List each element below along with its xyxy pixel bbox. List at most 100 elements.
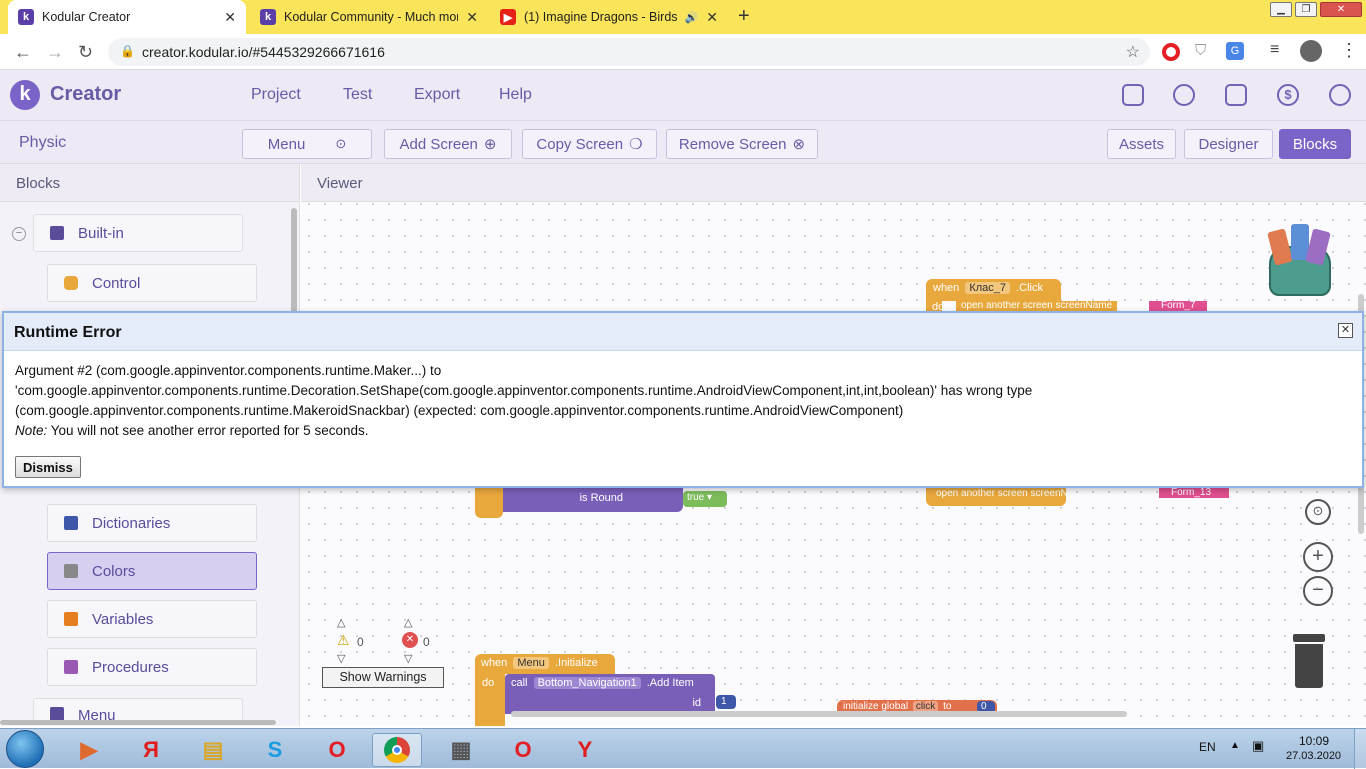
language-indicator[interactable]: EN	[1199, 740, 1216, 754]
open-screen-block[interactable]: open another screen screenName	[956, 301, 1118, 311]
yandex-icon[interactable]: Я	[126, 733, 176, 767]
category-variables[interactable]: Variables	[47, 600, 257, 638]
calculator-icon[interactable]: ▦	[436, 733, 486, 767]
address-bar[interactable]: 🔒 creator.kodular.io/#5445329266671616 ☆	[108, 38, 1150, 66]
project-name: Physic	[19, 134, 67, 151]
speaker-icon[interactable]: 🔊	[685, 11, 699, 24]
opera-icon[interactable]: O	[312, 733, 362, 767]
copy-screen-button[interactable]: Copy Screen ❍	[522, 129, 657, 159]
folder-icon[interactable]	[1122, 84, 1144, 106]
reload-icon[interactable]: ↻	[78, 42, 93, 63]
tray-arrow-icon[interactable]: ▲	[1230, 740, 1240, 751]
show-warnings-button[interactable]: Show Warnings	[322, 667, 444, 688]
category-procedures[interactable]: Procedures	[47, 648, 257, 686]
category-dictionaries[interactable]: Dictionaries	[47, 504, 257, 542]
forward-icon[interactable]: →	[46, 42, 64, 63]
backpack-icon[interactable]	[1263, 222, 1333, 300]
copy-icon: ❍	[629, 136, 643, 153]
add-screen-label: Add Screen	[399, 135, 478, 153]
event-block-initialize[interactable]: when Menu .Initialize	[475, 654, 615, 674]
error-up-arrow-icon[interactable]: △	[404, 616, 412, 629]
more-menu-icon[interactable]: ⋮	[1340, 40, 1358, 61]
start-button-icon[interactable]	[6, 730, 44, 768]
media-player-icon[interactable]: ▶	[64, 733, 114, 767]
dollar-icon[interactable]: $	[1277, 84, 1299, 106]
open-screen-block-2[interactable]: open another screen screenName	[926, 488, 1066, 506]
opera-extension-icon[interactable]	[1162, 43, 1180, 61]
viewer-horizontal-scrollbar[interactable]	[511, 711, 1127, 717]
palette-icon[interactable]	[1173, 84, 1195, 106]
builtin-group[interactable]: Built-in	[33, 214, 243, 252]
network-icon[interactable]: ▣	[1252, 738, 1264, 754]
designer-button[interactable]: Designer	[1184, 129, 1273, 159]
block-call-label: call	[511, 677, 528, 689]
component-dropdown[interactable]: Bottom_Navigation1	[533, 677, 641, 689]
vertical-scrollbar[interactable]	[291, 208, 297, 318]
close-tab-icon[interactable]: ✕	[224, 9, 236, 26]
text-block[interactable]: Form_7	[1149, 301, 1208, 311]
opera-icon-2[interactable]: O	[498, 733, 548, 767]
menu-test[interactable]: Test	[343, 86, 372, 104]
remove-screen-button[interactable]: Remove Screen ⊗	[666, 129, 818, 159]
add-screen-button[interactable]: Add Screen ⊕	[384, 129, 512, 159]
error-down-arrow-icon[interactable]: ▽	[404, 652, 412, 665]
component-dropdown[interactable]: Menu	[513, 657, 549, 669]
window-close-icon[interactable]: ✕	[1320, 2, 1362, 17]
menu-export[interactable]: Export	[414, 86, 460, 104]
recenter-icon[interactable]: ⊙	[1305, 499, 1331, 525]
skype-icon[interactable]: S	[250, 733, 300, 767]
paint-roller-icon	[64, 564, 78, 578]
blocks-button[interactable]: Blocks	[1279, 129, 1351, 159]
avatar[interactable]	[1300, 40, 1322, 62]
close-tab-icon[interactable]: ✕	[466, 9, 478, 26]
category-control[interactable]: Control	[47, 264, 257, 302]
event-block-click[interactable]: when Клас_7 .Click	[926, 279, 1061, 301]
close-icon[interactable]: ✕	[1338, 323, 1353, 338]
dismiss-button[interactable]: Dismiss	[15, 456, 81, 478]
media-control-icon[interactable]: ≡	[1270, 41, 1279, 59]
component-dropdown[interactable]: Клас_7	[965, 282, 1011, 294]
method-block[interactable]: is Round	[503, 488, 683, 512]
show-desktop-button[interactable]	[1354, 729, 1366, 769]
trash-icon[interactable]	[1295, 644, 1323, 688]
shield-icon[interactable]: ⛉	[1195, 42, 1206, 59]
clock-date[interactable]: 27.03.2020	[1286, 750, 1341, 762]
text-block-2[interactable]: Form_13	[1159, 488, 1229, 498]
chrome-icon[interactable]	[372, 733, 422, 767]
call-block-add-item[interactable]: call Bottom_Navigation1 .Add Item	[505, 674, 715, 694]
explorer-icon[interactable]: ▤	[188, 733, 238, 767]
library-icon[interactable]	[1225, 84, 1247, 106]
warning-down-arrow-icon[interactable]: ▽	[337, 652, 345, 665]
zoom-out-icon[interactable]: −	[1303, 576, 1333, 606]
project-toolbar: Physic Menu ⊙ Add Screen ⊕ Copy Screen ❍…	[0, 120, 1366, 164]
number-block[interactable]: 1	[716, 695, 736, 709]
menu-help[interactable]: Help	[499, 86, 532, 104]
account-icon[interactable]	[1329, 84, 1351, 106]
translate-icon[interactable]: G	[1226, 42, 1244, 60]
tab-kodular-creator[interactable]: k Kodular Creator ✕	[8, 0, 246, 34]
error-note: Note: You will not see another error rep…	[15, 421, 1351, 441]
new-tab-icon[interactable]: +	[738, 5, 750, 28]
menu-project[interactable]: Project	[251, 86, 301, 104]
assets-button[interactable]: Assets	[1107, 129, 1176, 159]
boolean-block[interactable]: true ▾	[683, 491, 727, 507]
zoom-in-icon[interactable]: +	[1303, 542, 1333, 572]
block-keyword: when	[933, 282, 960, 294]
restore-icon[interactable]: ❐	[1295, 2, 1317, 17]
clock-time[interactable]: 10:09	[1299, 734, 1329, 748]
horizontal-scrollbar[interactable]	[0, 720, 276, 725]
tab-youtube[interactable]: ▶ (1) Imagine Dragons - Birds ( 🔊 ✕	[490, 0, 728, 34]
bookmark-star-icon[interactable]: ☆	[1126, 42, 1140, 62]
collapse-icon[interactable]: −	[12, 227, 26, 241]
minimize-icon[interactable]: ▁	[1270, 2, 1292, 17]
blocks-panel-title: Blocks	[0, 164, 299, 202]
menu-group[interactable]: Menu	[33, 698, 243, 722]
tab-kodular-community[interactable]: k Kodular Community - Much mor ✕	[250, 0, 488, 34]
warning-up-arrow-icon[interactable]: △	[337, 616, 345, 629]
category-colors[interactable]: Colors	[47, 552, 257, 590]
close-tab-icon[interactable]: ✕	[706, 9, 718, 26]
back-icon[interactable]: ←	[14, 42, 32, 63]
yandex-browser-icon[interactable]: Y	[560, 733, 610, 767]
screen-select-button[interactable]: Menu ⊙	[242, 129, 372, 159]
control-icon	[64, 276, 78, 290]
